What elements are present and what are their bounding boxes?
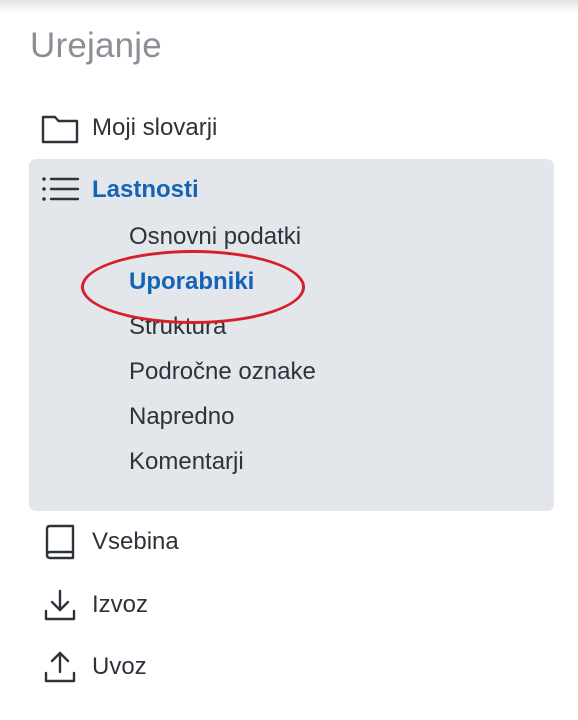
book-icon: [40, 522, 80, 562]
nav-item-properties[interactable]: Lastnosti: [40, 168, 199, 212]
sub-item-domain-labels[interactable]: Področne oznake: [129, 358, 316, 386]
nav-item-label: Izvoz: [92, 591, 149, 618]
sub-item-basic-data[interactable]: Osnovni podatki: [129, 223, 301, 251]
nav-item-import[interactable]: Uvoz: [40, 645, 147, 689]
nav-item-content[interactable]: Vsebina: [40, 520, 179, 564]
section-title: Urejanje: [30, 26, 162, 65]
folder-icon: [40, 108, 80, 148]
sub-item-structure[interactable]: Struktura: [129, 313, 226, 341]
sub-item-advanced[interactable]: Napredno: [129, 403, 234, 431]
nav-item-label: Uvoz: [92, 653, 147, 680]
properties-group: Lastnosti Osnovni podatki Uporabniki Str…: [29, 159, 554, 511]
nav-item-label: Moji slovarji: [92, 114, 218, 141]
top-shadow: [0, 0, 578, 14]
nav-item-my-dictionaries[interactable]: Moji slovarji: [40, 106, 217, 150]
nav-item-label: Lastnosti: [92, 176, 199, 203]
sub-item-comments[interactable]: Komentarji: [129, 448, 244, 476]
download-icon: [40, 585, 80, 625]
sub-item-users[interactable]: Uporabniki: [129, 268, 254, 296]
upload-icon: [40, 647, 80, 687]
nav-item-export[interactable]: Izvoz: [40, 583, 148, 627]
nav-item-label: Vsebina: [92, 528, 179, 555]
list-icon: [40, 170, 80, 210]
